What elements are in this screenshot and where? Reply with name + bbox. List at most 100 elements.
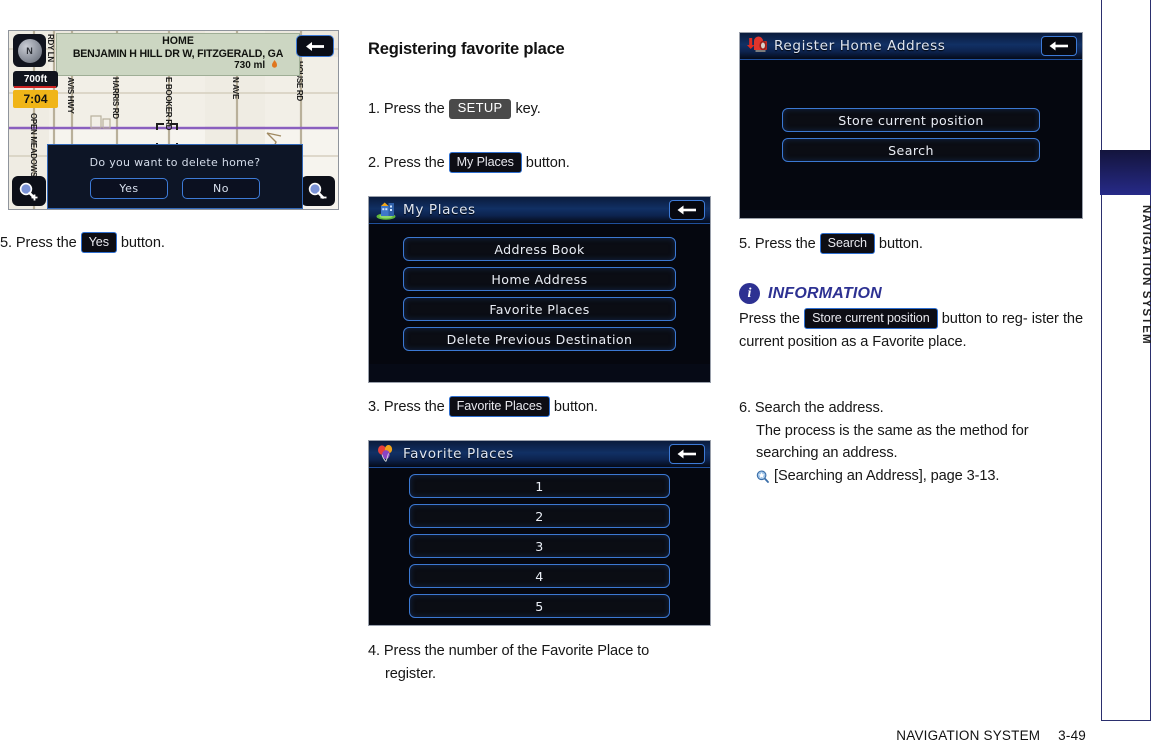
dialog-no-button[interactable]: No [182,178,260,199]
banner-line-3: 730 ml [57,60,299,72]
my-places-title-bar: My Places [369,197,710,224]
section-tab-sidebar: NAVIGATION SYSTEM [1100,0,1151,721]
step-text: button. [525,155,570,171]
dialog-yes-button[interactable]: Yes [90,178,168,199]
store-current-position-button[interactable]: Store current position [782,108,1040,132]
back-arrow-icon [1049,41,1068,51]
mid-step-4: 4. Press the number of the Favorite Plac… [368,640,713,685]
reference-text: [Searching an Address], page 3-13. [774,467,1000,484]
footer-title: NAVIGATION SYSTEM [896,728,1041,743]
setup-key-chip[interactable]: SETUP [448,99,512,119]
street-label: HARRIS RD [111,77,120,119]
mid-step-1: 1. Press the SETUP key. [368,98,541,121]
search-button[interactable]: Search [782,138,1040,162]
flame-icon [272,60,277,68]
favorite-places-title-bar: Favorite Places [369,441,710,468]
map-zoom-in-button[interactable] [12,176,46,206]
dialog-buttons: Yes No [90,178,260,199]
step-text: 6. Search the address. [739,400,884,416]
step-text: 5. Press the [0,235,77,251]
magnifier-minus-icon [308,182,327,199]
footer-page-number: 3-49 [1058,728,1086,743]
mid-step-2: 2. Press the My Places button. [368,152,570,175]
balloons-icon [375,444,397,464]
my-places-title: My Places [403,202,476,218]
street-label: AVIS HWY [66,77,75,114]
information-header: i INFORMATION [739,283,1083,304]
clock-display: 7:04 [13,90,58,108]
section-tab-label: NAVIGATION SYSTEM [1140,205,1151,345]
dialog-question: Do you want to delete home? [89,156,261,169]
street-label: RDY LN [46,34,55,62]
page-footer: NAVIGATION SYSTEM 3-49 [0,728,1086,743]
store-current-position-chip[interactable]: Store current position [804,308,938,330]
magnifier-plus-icon [19,182,38,201]
map-zoom-out-button[interactable] [301,176,335,206]
register-home-title: Register Home Address [774,38,946,54]
my-places-button-list: Address Book Home Address Favorite Place… [369,224,710,364]
step-text: button. [120,235,165,251]
step-text: button. [553,399,598,415]
search-chip[interactable]: Search [819,233,875,255]
delete-previous-destination-button[interactable]: Delete Previous Destination [403,327,676,351]
favorite-slot-4[interactable]: 4 [409,564,670,588]
delete-home-dialog: Do you want to delete home? Yes No [47,144,303,209]
register-home-back-button[interactable] [1041,36,1077,56]
mid-step-3: 3. Press the Favorite Places button. [368,396,598,419]
step-text: 5. Press the [739,236,816,252]
information-title: INFORMATION [768,284,882,302]
favorite-places-screen: Favorite Places 1 2 3 4 5 [368,440,711,626]
step-text: register. [385,665,437,682]
step-text: 1. Press the [368,101,445,117]
street-label: E BOOKER RD [164,77,173,131]
favorite-places-title: Favorite Places [403,446,514,462]
step-text: 4. Press the number of the Favorite Plac… [368,643,650,659]
favorite-slot-5[interactable]: 5 [409,594,670,618]
favorite-places-chip[interactable]: Favorite Places [448,396,550,418]
section-tab-marker [1100,150,1151,195]
banner-line-1: HOME [162,35,194,47]
back-arrow-icon [677,205,696,215]
information-block: i INFORMATION Press the Store current po… [739,283,1083,353]
home-address-button[interactable]: Home Address [403,267,676,291]
destination-banner: HOME BENJAMIN H HILL DR W, FITZGERALD, G… [56,33,300,76]
map-screenshot: RDY LN AVIS HWY HARRIS RD E BOOKER RD N … [8,30,339,210]
favorite-slot-2[interactable]: 2 [409,504,670,528]
favorite-places-button[interactable]: Favorite Places [403,297,676,321]
favorite-slot-1[interactable]: 1 [409,474,670,498]
street-label: N AVE [231,77,240,100]
reference-magnifier-icon [756,468,769,491]
back-arrow-icon [306,41,324,51]
right-step-6: 6. Search the address. The process is th… [739,397,1083,490]
info-text: button to reg- [941,311,1028,327]
map-scale-bar [14,86,56,88]
mailbox-icon [746,36,768,56]
my-places-building-icon [375,200,397,220]
step-text: key. [515,101,541,117]
favorite-places-back-button[interactable] [669,444,705,464]
street-label: OPEN MEADOWS [29,113,38,177]
information-body: Press the Store current position button … [739,308,1083,353]
right-step-5: 5. Press the Search button. [739,233,923,256]
back-arrow-icon [677,449,696,459]
step-text: searching an address. [756,445,898,462]
left-step-5: 5. Press the Yes button. [0,232,165,255]
address-book-button[interactable]: Address Book [403,237,676,261]
my-places-screen: My Places Address Book Home Address Favo… [368,196,711,383]
section-heading: Registering favorite place [368,40,565,58]
yes-chip[interactable]: Yes [80,232,117,254]
register-home-button-list: Store current position Search [740,60,1082,210]
info-text: Press the [739,311,800,327]
manual-page: RDY LN AVIS HWY HARRIS RD E BOOKER RD N … [0,0,1151,753]
favorite-slot-3[interactable]: 3 [409,534,670,558]
step-text: The process is the same as the method fo… [756,422,1029,439]
my-places-chip[interactable]: My Places [448,152,522,174]
step-text: button. [878,236,923,252]
register-home-title-bar: Register Home Address [740,33,1082,60]
favorite-places-list: 1 2 3 4 5 [369,468,710,624]
banner-line-2: BENJAMIN H HILL DR W, FITZGERALD, GA [72,48,284,60]
map-back-button[interactable] [296,35,334,57]
step-text: 3. Press the [368,399,445,415]
my-places-back-button[interactable] [669,200,705,220]
step-text: 2. Press the [368,155,445,171]
